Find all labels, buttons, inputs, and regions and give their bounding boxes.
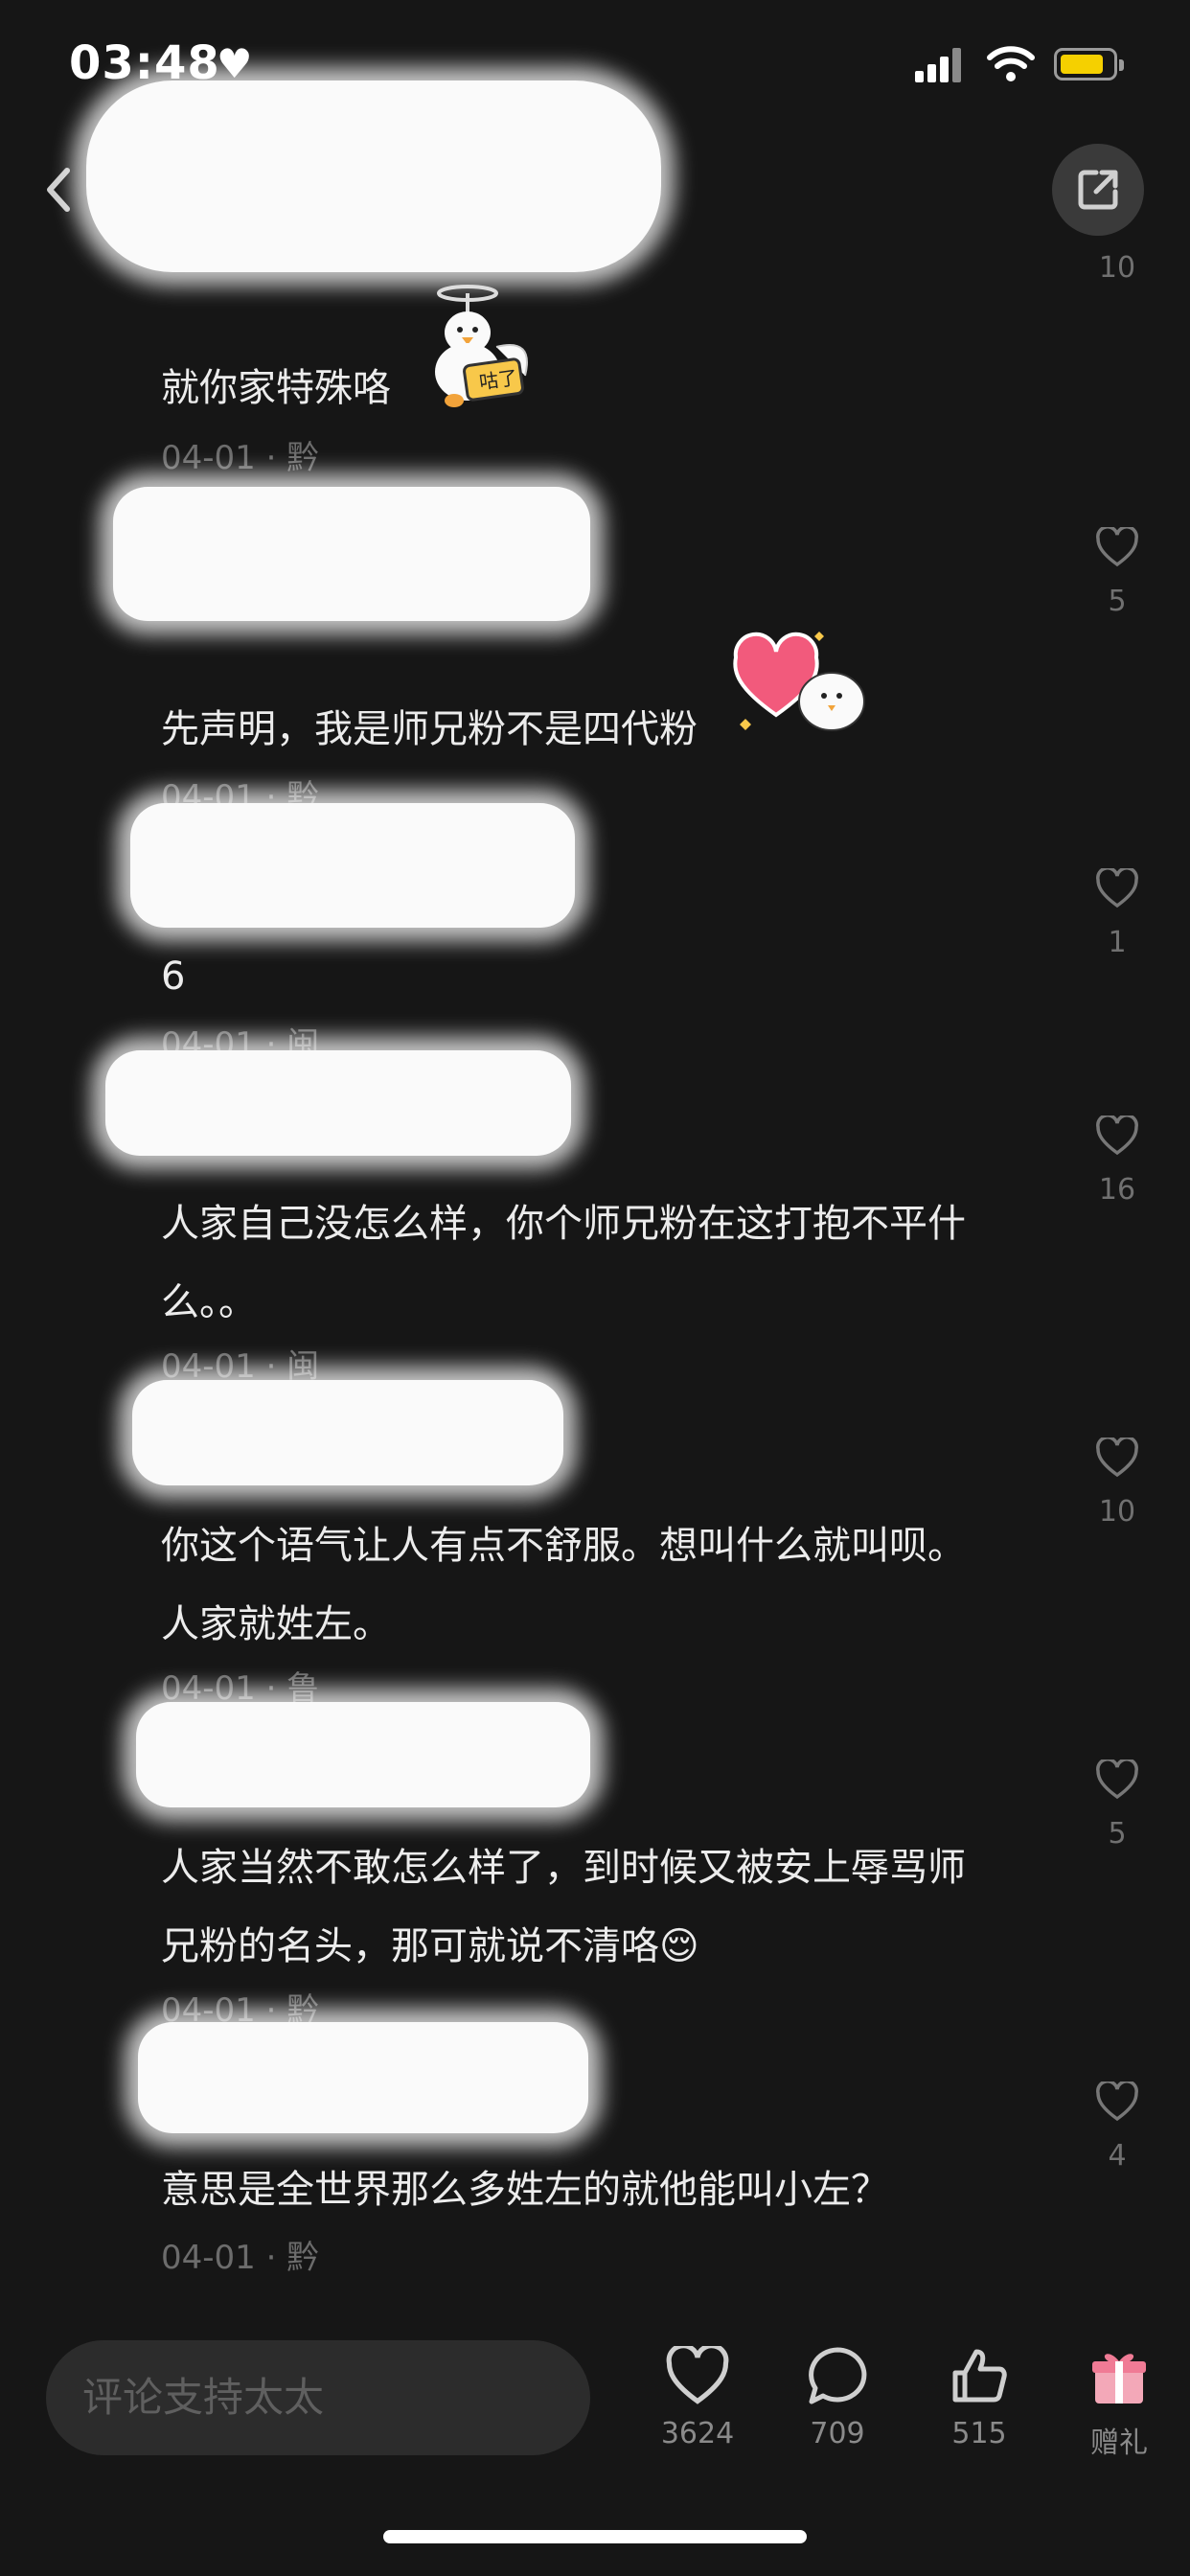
share-icon (1078, 170, 1118, 210)
thumb-total: 515 (951, 2417, 1007, 2450)
home-indicator[interactable] (383, 2530, 807, 2543)
like-action-button[interactable]: 3624 (640, 2343, 755, 2450)
heart-outline-icon (1096, 866, 1138, 908)
like-count: 5 (1108, 585, 1127, 618)
like-count: 10 (1098, 1495, 1136, 1529)
comment-meta: 04-01 · 黔 (161, 2239, 320, 2277)
like-button[interactable]: 16 (1083, 1114, 1152, 1207)
heart-outline-icon (1096, 525, 1138, 567)
like-count: 1 (1108, 926, 1127, 959)
like-button[interactable]: 1 (1083, 866, 1152, 959)
heart-outline-icon (1096, 2080, 1138, 2122)
heart-outline-icon (1096, 1114, 1138, 1156)
like-button[interactable]: 10 (1083, 1436, 1152, 1529)
comment-text: 6 (161, 954, 186, 999)
heart-outline-icon (1096, 1436, 1138, 1478)
thumbs-up-icon (952, 2349, 1007, 2403)
header-like-count: 10 (1098, 251, 1136, 285)
share-button[interactable] (1052, 144, 1144, 236)
redacted-commenter (132, 1380, 563, 1485)
redacted-commenter (113, 487, 590, 621)
like-count: 4 (1108, 2139, 1127, 2173)
heart-outline-icon (666, 2343, 729, 2404)
comment-text: 人家自己没怎么样，你个师兄粉在这打抱不平什么。。 (161, 1202, 966, 1324)
comment-text: 就你家特殊咯 (161, 366, 391, 410)
redacted-commenter (136, 1702, 590, 1807)
comment-text: 你这个语气让人有点不舒服。想叫什么就叫呗。人家就姓左。 (161, 1524, 966, 1646)
comment-meta: 04-01 · 黔 (161, 439, 320, 477)
like-count: 5 (1108, 1817, 1127, 1851)
comment-action-button[interactable]: 709 (780, 2346, 895, 2450)
battery-icon (1054, 48, 1124, 80)
comment-bubble-icon (809, 2347, 867, 2404)
back-arrow-icon[interactable] (38, 161, 77, 218)
like-count: 16 (1098, 1173, 1136, 1207)
comment-text: 意思是全世界那么多姓左的就他能叫小左？ (161, 2168, 889, 2212)
like-button[interactable]: 5 (1083, 1758, 1152, 1851)
redacted-commenter (105, 1050, 571, 1156)
gift-label: 赠礼 (1090, 2426, 1148, 2460)
redacted-commenter (138, 2022, 588, 2133)
redacted-commenter (130, 803, 575, 928)
gift-icon (1092, 2354, 1146, 2404)
redacted-author-header (86, 80, 661, 272)
comment-input[interactable]: 评论支持太太 (46, 2340, 590, 2455)
like-button[interactable]: 5 (1083, 525, 1152, 618)
wifi-icon (987, 46, 1035, 81)
comment-total: 709 (810, 2417, 865, 2450)
thumb-action-button[interactable]: 515 (922, 2346, 1037, 2450)
cellular-signal-icon (915, 48, 963, 82)
heart-outline-icon (1096, 1758, 1138, 1800)
comment-text: 先声明，我是师兄粉不是四代粉 (161, 707, 698, 751)
comment-text: 人家当然不敢怎么样了，到时候又被安上辱骂师兄粉的名头，那可就说不清咯😌 (161, 1846, 966, 1968)
like-button[interactable]: 4 (1083, 2080, 1152, 2173)
like-total: 3624 (660, 2417, 735, 2450)
gift-action-button[interactable]: 赠礼 (1062, 2346, 1177, 2461)
